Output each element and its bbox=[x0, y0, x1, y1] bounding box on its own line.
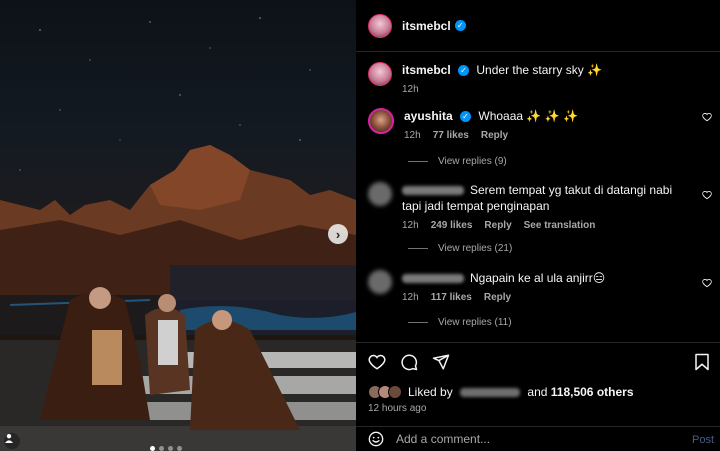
replies-divider bbox=[408, 248, 428, 249]
heart-icon[interactable] bbox=[368, 353, 386, 371]
post-actions-section: Liked by and 118,506 others 12 hours ago bbox=[356, 342, 720, 426]
comment-author-blurred[interactable] bbox=[402, 274, 464, 284]
view-replies-button[interactable]: View replies (21) bbox=[408, 243, 512, 254]
comment-author-blurred[interactable] bbox=[402, 186, 464, 196]
carousel-dot-1 bbox=[150, 446, 155, 451]
like-comment-heart-icon[interactable] bbox=[702, 112, 712, 122]
post-header: itsmebcl ✓ bbox=[356, 0, 720, 52]
comment-item: ayushita ✓ Whoaaa ✨ ✨ ✨ 12h 77 likes Rep… bbox=[368, 108, 718, 141]
post-side-panel: itsmebcl ✓ itsmebcl ✓ Under the starry s… bbox=[356, 0, 720, 451]
tagged-users-button[interactable] bbox=[4, 433, 20, 449]
likes-count[interactable]: 118,506 others bbox=[551, 385, 634, 399]
verified-badge-icon: ✓ bbox=[460, 111, 472, 123]
post-timestamp[interactable]: 12 hours ago bbox=[368, 403, 426, 414]
commenter-avatar[interactable] bbox=[368, 182, 392, 206]
bookmark-icon[interactable] bbox=[694, 353, 710, 371]
view-replies-label[interactable]: View replies (21) bbox=[438, 243, 512, 254]
liked-by-prefix: Liked by bbox=[408, 385, 453, 399]
like-comment-heart-icon[interactable] bbox=[702, 190, 712, 200]
reply-button[interactable]: Reply bbox=[481, 130, 508, 141]
share-icon[interactable] bbox=[432, 353, 450, 371]
comment-likes[interactable]: 249 likes bbox=[431, 220, 473, 231]
caption-time[interactable]: 12h bbox=[402, 84, 419, 95]
see-translation-button[interactable]: See translation bbox=[524, 220, 596, 231]
comment-composer: Add a comment... Post bbox=[356, 426, 720, 451]
comment-text: Whoaaa ✨ ✨ ✨ bbox=[478, 109, 578, 123]
comment-time[interactable]: 12h bbox=[402, 220, 419, 231]
post-caption: itsmebcl ✓ Under the starry sky ✨ 12h bbox=[368, 62, 602, 95]
replies-divider bbox=[408, 322, 428, 323]
liker-name-blurred[interactable] bbox=[460, 388, 521, 398]
replies-divider bbox=[408, 161, 428, 162]
caption-author-avatar[interactable] bbox=[368, 62, 392, 86]
carousel-dot-2 bbox=[159, 446, 164, 451]
comment-input[interactable]: Add a comment... bbox=[396, 432, 490, 446]
author-avatar[interactable] bbox=[368, 13, 392, 38]
post-comment-button[interactable]: Post bbox=[692, 434, 714, 446]
reply-button[interactable]: Reply bbox=[484, 292, 511, 303]
view-replies-button[interactable]: View replies (9) bbox=[408, 156, 507, 167]
liker-avatar[interactable] bbox=[388, 385, 402, 399]
comment-time[interactable]: 12h bbox=[404, 130, 421, 141]
verified-badge-icon: ✓ bbox=[454, 20, 466, 31]
likes-summary: Liked by and 118,506 others bbox=[368, 385, 634, 399]
carousel-dot-3 bbox=[168, 446, 173, 451]
comment-item: Serem tempat yg takut di datangi nabi ta… bbox=[368, 182, 718, 231]
next-image-button[interactable]: › bbox=[328, 224, 348, 244]
user-icon bbox=[5, 434, 13, 443]
verified-badge-icon: ✓ bbox=[458, 65, 470, 77]
view-replies-button[interactable]: View replies (11) bbox=[408, 317, 512, 328]
commenter-avatar[interactable] bbox=[368, 270, 392, 294]
comment-author[interactable]: ayushita bbox=[404, 109, 453, 123]
likes-text: Liked by and 118,506 others bbox=[408, 385, 634, 399]
action-bar bbox=[368, 353, 450, 371]
view-replies-label[interactable]: View replies (9) bbox=[438, 156, 507, 167]
like-comment-heart-icon[interactable] bbox=[702, 278, 712, 288]
comment-text: Ngapain ke al ula anjirr😑 bbox=[470, 271, 606, 285]
caption-author[interactable]: itsmebcl bbox=[402, 63, 451, 77]
view-replies-label[interactable]: View replies (11) bbox=[438, 317, 512, 328]
emoji-icon[interactable] bbox=[368, 431, 384, 447]
night-desert-scene bbox=[0, 17, 356, 451]
reply-button[interactable]: Reply bbox=[484, 220, 511, 231]
comment-item: Ngapain ke al ula anjirr😑 12h 117 likes … bbox=[368, 270, 718, 303]
caption-text: Under the starry sky ✨ bbox=[476, 63, 603, 77]
comment-likes[interactable]: 117 likes bbox=[431, 292, 472, 303]
liked-by-and: and bbox=[527, 385, 548, 399]
post-photo[interactable]: › bbox=[0, 0, 356, 451]
author-username[interactable]: itsmebcl bbox=[402, 19, 451, 33]
carousel-dot-4 bbox=[177, 446, 182, 451]
comment-time[interactable]: 12h bbox=[402, 292, 419, 303]
commenter-avatar[interactable] bbox=[368, 108, 394, 134]
comment-icon[interactable] bbox=[400, 353, 418, 371]
carousel-indicator bbox=[150, 446, 182, 451]
comment-likes[interactable]: 77 likes bbox=[433, 130, 469, 141]
